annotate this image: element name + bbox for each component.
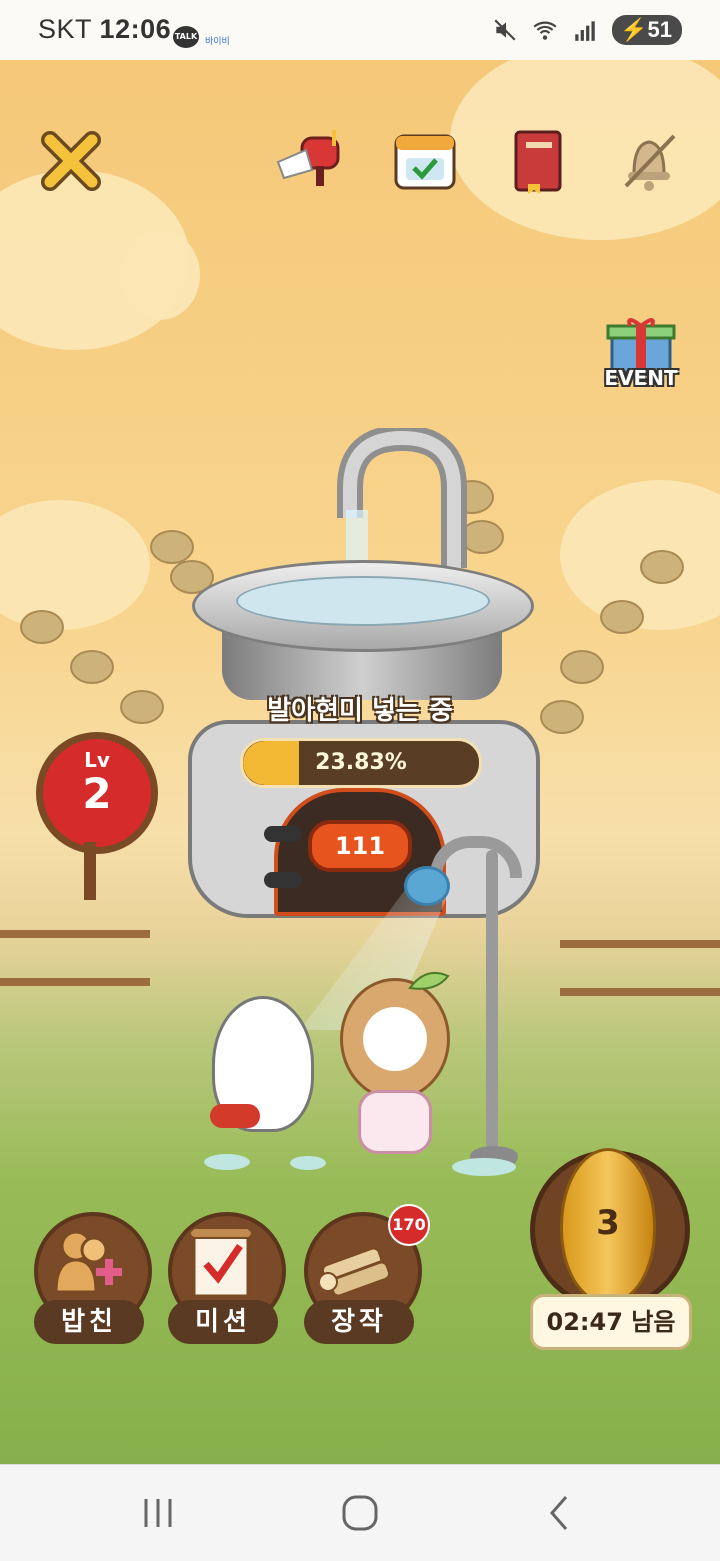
stove-counter: 111 bbox=[308, 820, 412, 872]
wheat-grain bbox=[640, 550, 684, 584]
wheat-grain bbox=[540, 700, 584, 734]
signal-icon bbox=[575, 21, 595, 41]
cloud bbox=[0, 500, 150, 630]
wheat-grain bbox=[560, 650, 604, 684]
pot-water bbox=[236, 576, 490, 626]
firewood-icon bbox=[318, 1246, 392, 1298]
water-puddle bbox=[290, 1156, 326, 1170]
mission-scroll-icon bbox=[189, 1227, 253, 1298]
back-icon[interactable] bbox=[540, 1493, 580, 1533]
recent-apps-icon[interactable] bbox=[138, 1493, 178, 1533]
seed-icon[interactable]: 3 bbox=[560, 1148, 656, 1304]
water-puddle bbox=[204, 1154, 250, 1170]
rice-character-pants bbox=[210, 1104, 260, 1128]
brown-rice-character-body bbox=[358, 1090, 432, 1154]
friends-button[interactable]: 밥친 bbox=[34, 1212, 152, 1346]
wheat-grain bbox=[150, 530, 194, 564]
door-hinge bbox=[264, 872, 302, 888]
friends-label: 밥친 bbox=[34, 1300, 144, 1344]
cloud bbox=[120, 230, 200, 320]
level-value: 2 bbox=[82, 769, 112, 818]
gift-icon bbox=[606, 318, 676, 374]
system-nav-bar bbox=[0, 1464, 720, 1561]
progress-percent: 23.83% bbox=[315, 750, 407, 775]
door-hinge bbox=[264, 826, 302, 842]
sprout-icon bbox=[408, 972, 450, 990]
event-label: EVENT bbox=[604, 366, 678, 390]
app-notification-label: 바이비 bbox=[205, 37, 230, 47]
status-bar: SKT 12:06 TALK 바이비 ⚡51 bbox=[0, 0, 720, 60]
bell-muted-icon[interactable] bbox=[614, 126, 684, 196]
brown-rice-character[interactable] bbox=[340, 978, 450, 1100]
wheat-grain bbox=[20, 610, 64, 644]
fence-left bbox=[0, 930, 150, 986]
progress-bar: 23.83% bbox=[240, 738, 482, 788]
character-face bbox=[363, 1007, 427, 1071]
event-button[interactable]: EVENT bbox=[600, 314, 682, 396]
firewood-count-badge: 170 bbox=[388, 1204, 430, 1246]
seed-count: 3 bbox=[596, 1203, 620, 1243]
talk-icon: TALK bbox=[173, 26, 199, 48]
wheat-grain bbox=[120, 690, 164, 724]
mission-button[interactable]: 미션 bbox=[168, 1212, 286, 1346]
level-prefix: Lv bbox=[84, 748, 110, 772]
clock: 12:06 bbox=[99, 14, 172, 44]
add-friend-icon bbox=[54, 1230, 122, 1294]
mission-label: 미션 bbox=[168, 1300, 278, 1344]
battery-indicator: ⚡51 bbox=[612, 15, 682, 45]
seed-timer: 02:47 남음 bbox=[530, 1294, 692, 1350]
water-puddle bbox=[452, 1158, 516, 1176]
wheat-grain bbox=[70, 650, 114, 684]
close-icon[interactable] bbox=[36, 126, 106, 196]
firewood-label: 장작 bbox=[304, 1300, 414, 1344]
home-icon[interactable] bbox=[340, 1493, 380, 1533]
shower-pipe bbox=[486, 850, 498, 1160]
sign-post bbox=[84, 842, 96, 900]
wifi-icon bbox=[533, 21, 557, 40]
carrier-label: SKT bbox=[38, 14, 92, 44]
calendar-icon[interactable] bbox=[390, 126, 460, 196]
firewood-button[interactable]: 170 장작 bbox=[304, 1204, 430, 1346]
mute-icon bbox=[494, 19, 516, 41]
mailbox-icon[interactable] bbox=[276, 126, 346, 196]
fence-right bbox=[560, 940, 720, 996]
level-sign[interactable]: Lv 2 bbox=[36, 732, 158, 854]
wheat-grain bbox=[600, 600, 644, 634]
machine-status-label: 발아현미 넣는 중 bbox=[267, 696, 453, 726]
book-icon[interactable] bbox=[504, 126, 574, 196]
shower-head-icon bbox=[404, 866, 450, 906]
